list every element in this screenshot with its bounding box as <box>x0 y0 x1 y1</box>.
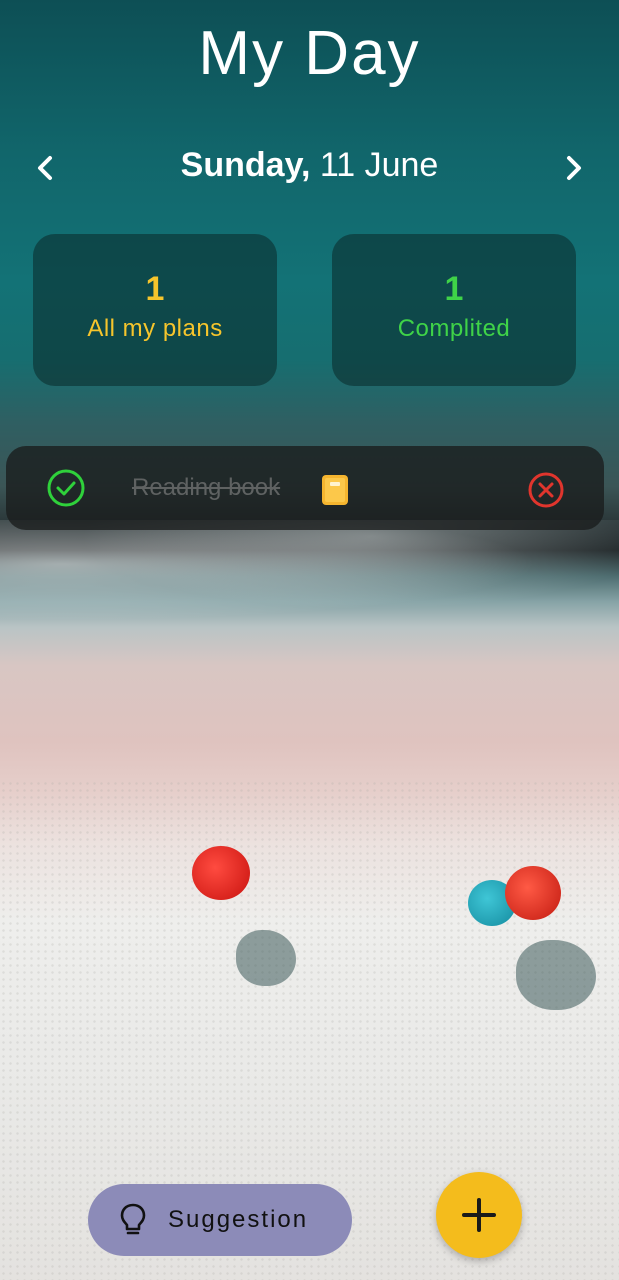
current-date: Sunday, 11 June <box>0 140 619 190</box>
add-task-button[interactable] <box>436 1172 522 1258</box>
suggestion-button[interactable]: Suggestion <box>88 1184 352 1256</box>
completed-label: Complited <box>397 315 511 342</box>
date-navigation: Sunday, 11 June <box>0 140 619 200</box>
close-circle-icon[interactable] <box>526 470 566 510</box>
task-item[interactable]: Reading book <box>6 446 604 530</box>
red-umbrella <box>192 846 250 900</box>
plans-label: All my plans <box>87 315 223 342</box>
completed-count: 1 <box>444 270 464 308</box>
completed-card[interactable]: 1 Complited <box>332 234 576 386</box>
book-icon <box>321 474 349 506</box>
task-title: Reading book <box>132 474 281 501</box>
date-label: 11 June <box>319 146 439 184</box>
all-plans-card[interactable]: 1 All my plans <box>33 234 277 386</box>
page-title: My Day <box>198 19 421 88</box>
plans-count: 1 <box>145 270 165 308</box>
umbrella-shadow <box>236 930 296 986</box>
chevron-right-icon[interactable] <box>553 148 593 188</box>
plus-icon <box>462 1198 496 1232</box>
weekday-label: Sunday, <box>180 146 311 184</box>
lightbulb-icon <box>118 1202 148 1238</box>
check-circle-icon[interactable] <box>46 468 86 508</box>
suggestion-label: Suggestion <box>168 1206 309 1233</box>
umbrella-shadow <box>516 940 596 1010</box>
background-wave-foam <box>0 520 619 630</box>
red-umbrella <box>505 866 561 920</box>
